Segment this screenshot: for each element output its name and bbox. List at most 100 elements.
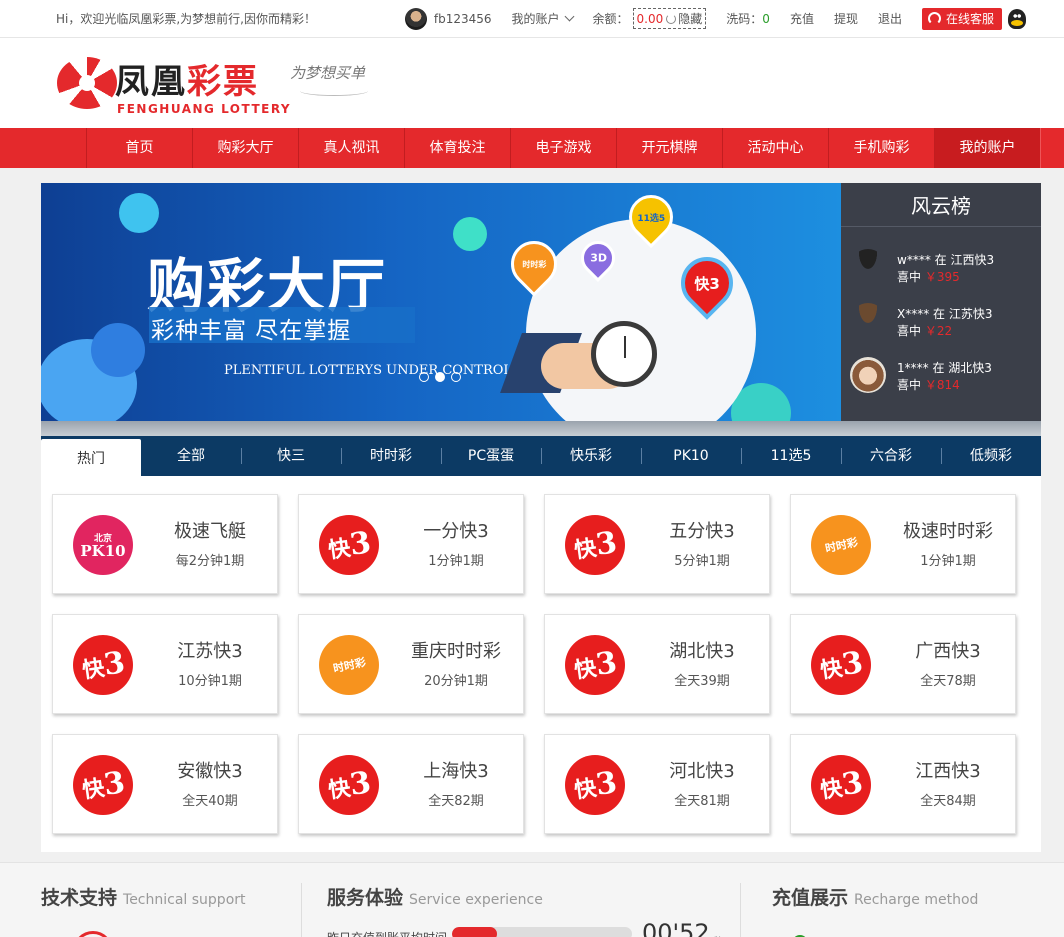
lottery-period: 全天40期 [182, 794, 238, 809]
lottery-card[interactable]: 快3 广西快3 全天78期 [790, 614, 1016, 714]
logout-link[interactable]: 退出 [878, 10, 902, 27]
k3-logo-text: 快 [818, 654, 844, 684]
nav-item-7[interactable]: 手机购彩 [828, 128, 935, 168]
online-service-button[interactable]: 在线客服 [921, 7, 1002, 30]
tab-3[interactable]: 时时彩 [341, 436, 441, 476]
username[interactable]: fb123456 [434, 12, 492, 26]
k3-logo-icon: 快3 [565, 635, 625, 695]
carousel-dot[interactable] [419, 372, 429, 382]
phoenix-logo-icon[interactable] [57, 57, 117, 109]
account-menu[interactable]: 我的账户 [512, 10, 574, 27]
lottery-card[interactable]: 快3 江西快3 全天84期 [790, 734, 1016, 834]
leaderboard: 风云榜 w**** 在 江西快3 喜中 ￥395 X**** 在 江苏快3 喜中 ￥2… [841, 183, 1041, 421]
lottery-card[interactable]: 时时彩 重庆时时彩 20分钟1期 [298, 614, 524, 714]
carousel-dot[interactable] [435, 372, 445, 382]
winner-item: X**** 在 江苏快3 喜中 ￥22 [850, 303, 1040, 343]
k3-logo-num: 3 [839, 764, 865, 803]
winner-won-label: 喜中 [897, 378, 922, 392]
lottery-name: 极速飞艇 [174, 521, 246, 542]
winner-amount-line: 喜中 ￥814 [897, 376, 960, 393]
lottery-card[interactable]: 快3 上海快3 全天82期 [298, 734, 524, 834]
balance-label: 余额： [592, 12, 629, 26]
lottery-name: 上海快3 [423, 761, 489, 782]
tab-6[interactable]: PK10 [641, 436, 741, 476]
hide-balance-button[interactable]: 隐藏 [678, 10, 702, 27]
banner-bubble [91, 323, 145, 377]
lottery-name: 一分快3 [423, 521, 489, 542]
qq-icon[interactable] [1008, 8, 1026, 29]
lottery-card[interactable]: 时时彩 极速时时彩 1分钟1期 [790, 494, 1016, 594]
lottery-card[interactable]: 快3 江苏快3 10分钟1期 [52, 614, 278, 714]
tab-1[interactable]: 全部 [141, 436, 241, 476]
tab-7[interactable]: 11选5 [741, 436, 841, 476]
k3-logo-text: 快 [326, 774, 352, 804]
k3-logo-icon: 快3 [811, 635, 871, 695]
tab-2[interactable]: 快三 [241, 436, 341, 476]
balance-box[interactable]: 0.00 隐藏 [632, 8, 707, 29]
lottery-card[interactable]: 快3 河北快3 全天81期 [544, 734, 770, 834]
brand-name-1: 凤凰 [115, 62, 187, 102]
pin-11x5-text: 11选5 [637, 213, 665, 224]
pin-3d-text: 3D [589, 251, 607, 265]
online-service-label: 在线客服 [945, 12, 994, 26]
banner-english: PLENTIFUL LOTTERYS UNDER CONTROL [224, 363, 513, 378]
tab-4[interactable]: PC蛋蛋 [441, 436, 541, 476]
k3-logo-text: 快 [572, 774, 598, 804]
tech-support-title: 技术支持 Technical support [41, 883, 246, 910]
ssc-logo-icon: 时时彩 [319, 635, 379, 695]
lottery-card[interactable]: 快3 湖北快3 全天39期 [544, 614, 770, 714]
winner-amount: ￥22 [924, 324, 953, 338]
winner-avatar [850, 303, 886, 339]
nav-item-8[interactable]: 我的账户 [934, 128, 1041, 168]
lottery-period: 20分钟1期 [424, 674, 488, 689]
banner-shadow [41, 421, 1041, 436]
k3-logo-icon: 快3 [565, 755, 625, 815]
pk10-logo-text: PK10 [80, 542, 126, 560]
tab-0[interactable]: 热门 [41, 439, 141, 476]
lottery-card[interactable]: 快3 五分快3 5分钟1期 [544, 494, 770, 594]
stopwatch-icon [591, 321, 657, 387]
withdraw-link[interactable]: 提现 [834, 10, 858, 27]
banner-carousel[interactable]: 购彩大厅 彩种丰富 尽在掌握 PLENTIFUL LOTTERYS UNDER … [41, 183, 841, 421]
lottery-card[interactable]: 快3 一分快3 1分钟1期 [298, 494, 524, 594]
lottery-period: 全天82期 [428, 794, 484, 809]
divider [301, 883, 302, 937]
wash-value: 0 [762, 11, 770, 26]
slogan-underline [300, 86, 368, 96]
nav-item-3[interactable]: 体育投注 [404, 128, 511, 168]
lottery-card[interactable]: 北京 PK10 极速飞艇 每2分钟1期 [52, 494, 278, 594]
service-time: 00'52 [642, 919, 710, 937]
lottery-name: 河北快3 [669, 761, 735, 782]
nav-item-5[interactable]: 开元棋牌 [616, 128, 723, 168]
nav-item-0[interactable]: 首页 [86, 128, 193, 168]
refresh-icon[interactable] [666, 13, 677, 24]
winner-item: 1**** 在 湖北快3 喜中 ￥814 [850, 357, 1040, 397]
nav-item-1[interactable]: 购彩大厅 [192, 128, 299, 168]
brand-name[interactable]: 凤凰彩票 [115, 54, 259, 103]
brand-name-2: 彩票 [187, 62, 259, 102]
balance: 余额： 0.00 隐藏 [593, 8, 707, 29]
tech-support-icon [73, 931, 113, 937]
service-progress-bar [452, 927, 632, 937]
pk10-logo-icon: 北京 PK10 [73, 515, 133, 575]
lottery-name: 江西快3 [915, 761, 981, 782]
tab-5[interactable]: 快乐彩 [541, 436, 641, 476]
recharge-link[interactable]: 充值 [790, 10, 814, 27]
nav-item-4[interactable]: 电子游戏 [510, 128, 617, 168]
nav-item-2[interactable]: 真人视讯 [298, 128, 405, 168]
carousel-dot[interactable] [451, 372, 461, 382]
service-en: Service experience [409, 892, 543, 908]
k3-logo-num: 3 [593, 764, 619, 803]
winner-item: w**** 在 江西快3 喜中 ￥395 [850, 249, 1040, 289]
main-nav: 首页 购彩大厅 真人视讯 体育投注 电子游戏 开元棋牌 活动中心 手机购彩 我的账户 [0, 128, 1064, 168]
tab-9[interactable]: 低频彩 [941, 436, 1041, 476]
k3-logo-icon: 快3 [73, 635, 133, 695]
ssc-logo-text: 时时彩 [331, 655, 367, 675]
pin-ssc-text: 时时彩 [522, 259, 546, 269]
pin-k3-text: 快3 [694, 274, 720, 293]
lottery-card[interactable]: 快3 安徽快3 全天40期 [52, 734, 278, 834]
user-avatar[interactable] [404, 7, 427, 30]
nav-item-6[interactable]: 活动中心 [722, 128, 829, 168]
k3-logo-text: 快 [572, 654, 598, 684]
tab-8[interactable]: 六合彩 [841, 436, 941, 476]
